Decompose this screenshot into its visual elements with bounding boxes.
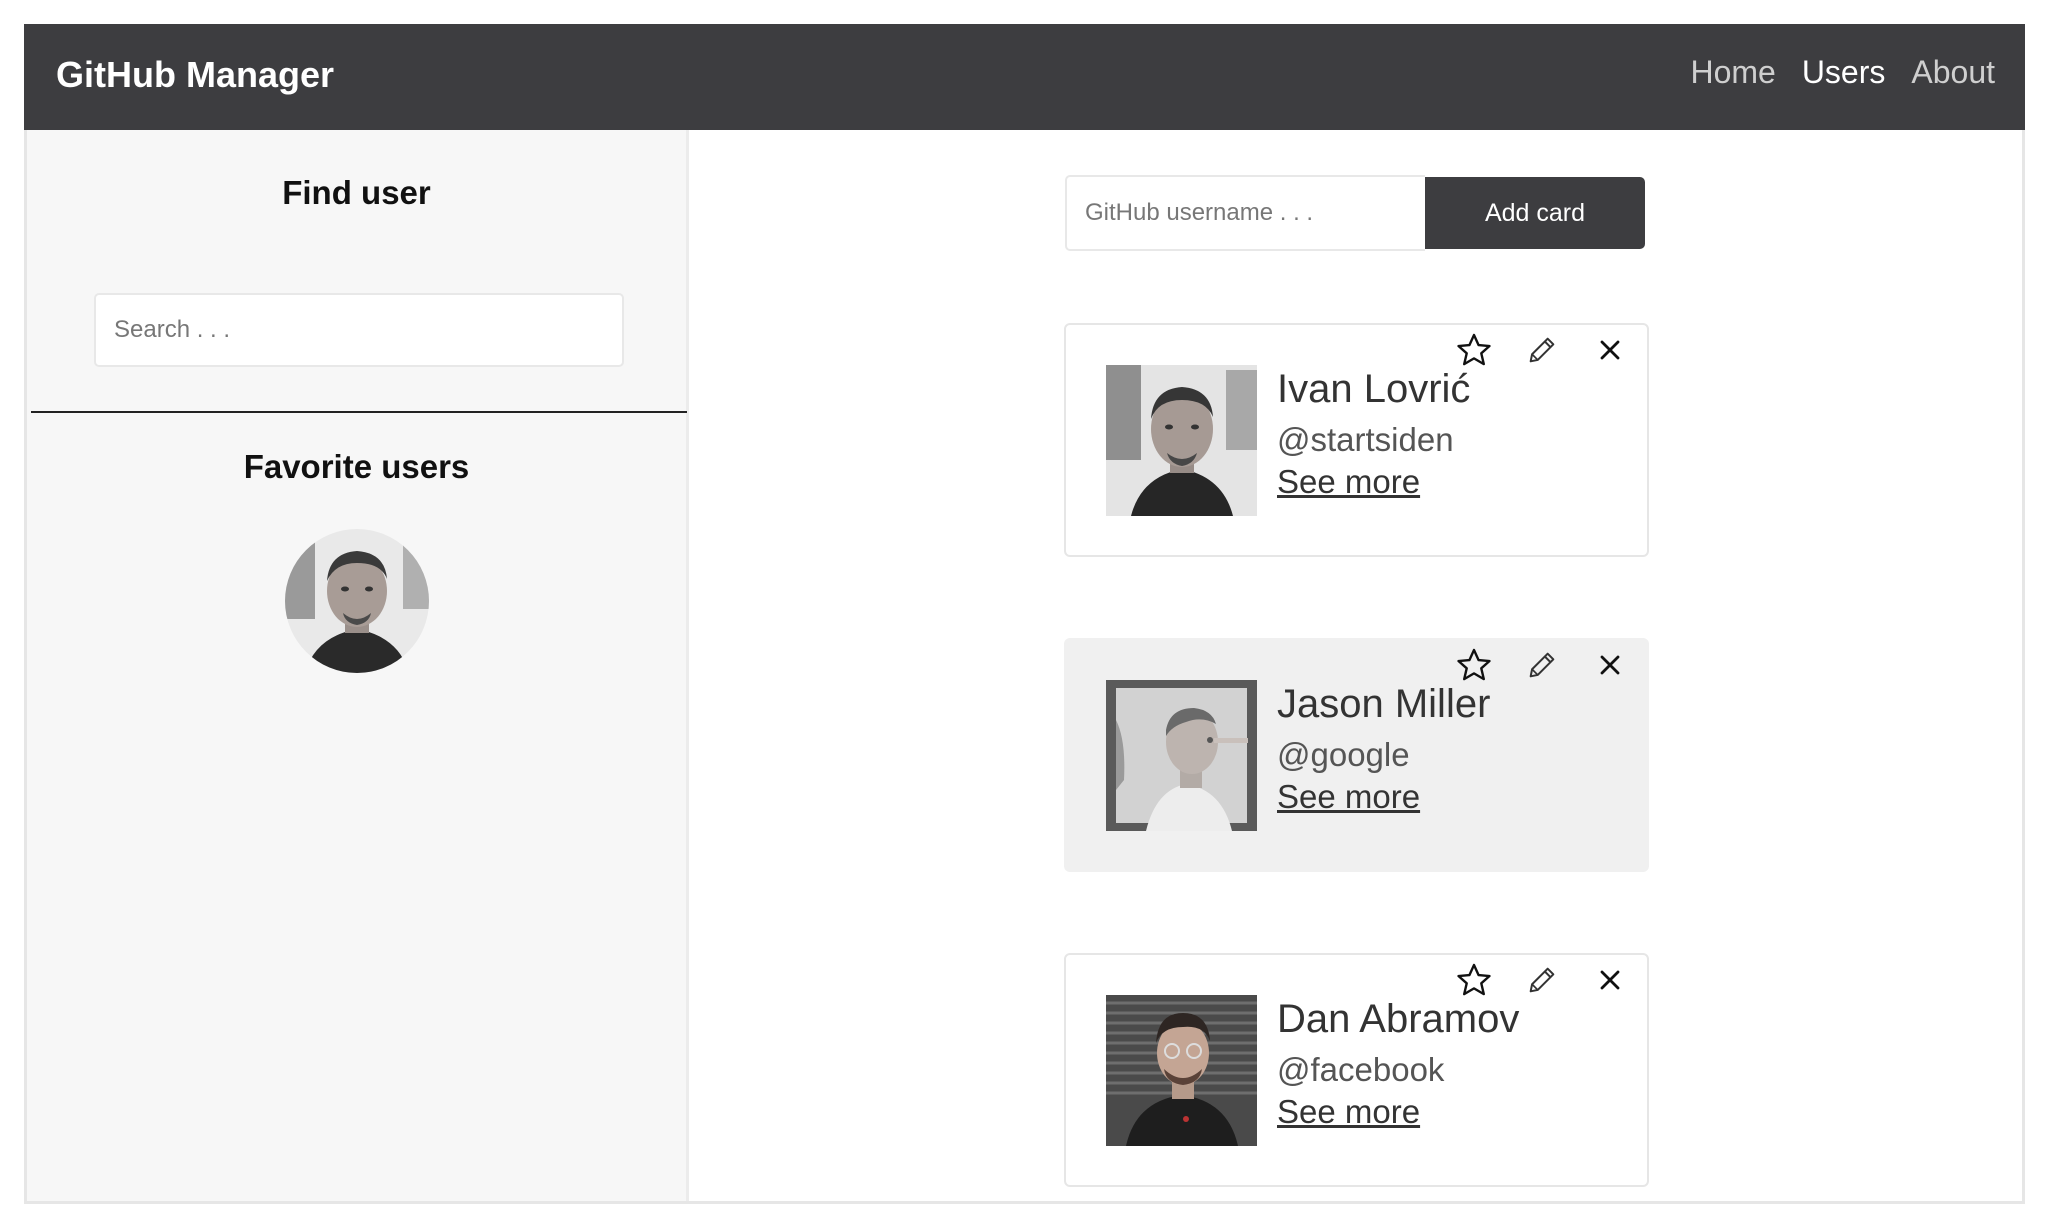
user-avatar xyxy=(1106,365,1257,516)
user-avatar xyxy=(1106,995,1257,1146)
close-icon[interactable] xyxy=(1589,644,1631,686)
user-handle: @startsiden xyxy=(1277,421,1454,458)
find-user-title: Find user xyxy=(282,174,431,211)
favorite-users-title: Favorite users xyxy=(243,448,470,485)
card-actions xyxy=(1453,959,1631,1001)
star-outline-icon[interactable] xyxy=(1453,329,1495,371)
see-more-link[interactable]: See more xyxy=(1277,1093,1420,1131)
close-icon[interactable] xyxy=(1589,959,1631,1001)
user-card: Jason Miller @google See more xyxy=(1064,638,1649,872)
app-window: GitHub Manager Home Users About Find use… xyxy=(24,24,2025,1204)
card-actions xyxy=(1453,329,1631,371)
card-actions xyxy=(1453,644,1631,686)
user-card: Ivan Lovrić @startsiden See more xyxy=(1064,323,1649,557)
user-name: Jason Miller xyxy=(1277,682,1491,726)
sidebar-divider xyxy=(31,411,687,413)
sidebar: Find user Favorite users xyxy=(27,130,689,1201)
pencil-icon[interactable] xyxy=(1521,959,1563,1001)
user-handle: @facebook xyxy=(1277,1051,1445,1088)
add-card-form: Add card xyxy=(1065,175,1645,251)
star-outline-icon[interactable] xyxy=(1453,959,1495,1001)
nav-links: Home Users About xyxy=(1690,54,1995,91)
star-outline-icon[interactable] xyxy=(1453,644,1495,686)
brand-title[interactable]: GitHub Manager xyxy=(56,54,334,96)
navbar: GitHub Manager Home Users About xyxy=(24,24,2025,130)
user-name: Dan Abramov xyxy=(1277,997,1520,1041)
search-input[interactable] xyxy=(94,293,624,367)
nav-link-about[interactable]: About xyxy=(1911,54,1995,91)
close-icon[interactable] xyxy=(1589,329,1631,371)
nav-link-home[interactable]: Home xyxy=(1690,54,1775,91)
nav-link-users[interactable]: Users xyxy=(1802,54,1886,91)
user-handle: @google xyxy=(1277,736,1410,773)
user-card: Dan Abramov @facebook See more xyxy=(1064,953,1649,1187)
see-more-link[interactable]: See more xyxy=(1277,778,1420,816)
main-content: Add card Ivan Lovrić @startsid xyxy=(689,130,2022,1201)
favorite-user-avatar[interactable] xyxy=(285,529,429,673)
github-username-input[interactable] xyxy=(1065,175,1425,251)
user-avatar xyxy=(1106,680,1257,831)
see-more-link[interactable]: See more xyxy=(1277,463,1420,501)
pencil-icon[interactable] xyxy=(1521,329,1563,371)
add-card-button[interactable]: Add card xyxy=(1425,177,1645,249)
user-name: Ivan Lovrić xyxy=(1277,367,1471,411)
pencil-icon[interactable] xyxy=(1521,644,1563,686)
